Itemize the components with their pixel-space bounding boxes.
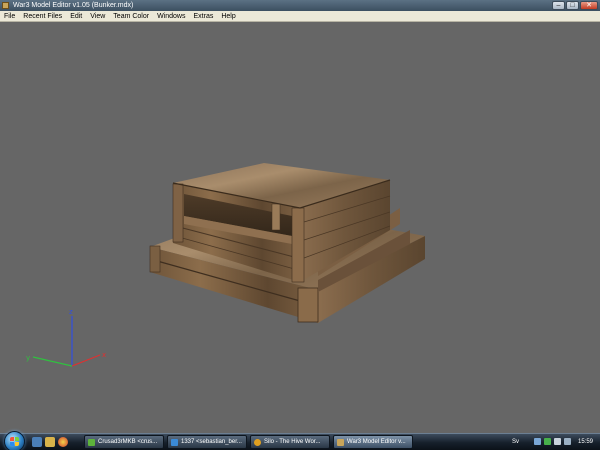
menu-file[interactable]: File: [0, 11, 19, 21]
clock[interactable]: 15:59: [578, 434, 593, 450]
explorer-icon[interactable]: [45, 437, 55, 447]
axis-gizmo: z x y: [26, 308, 106, 367]
messenger-icon: [171, 439, 178, 446]
z-axis-label: z: [69, 308, 73, 316]
x-axis: [71, 354, 101, 367]
close-button[interactable]: ✕: [580, 1, 598, 10]
task-label: Crusad3rMKB <crus...: [98, 439, 158, 445]
taskbar: Crusad3rMKB <crus... 1337 <sebastian_ber…: [0, 431, 600, 450]
menu-recent-files[interactable]: Recent Files: [19, 11, 66, 21]
network-icon[interactable]: [534, 438, 541, 445]
app-icon: [337, 439, 344, 446]
menu-edit[interactable]: Edit: [66, 11, 86, 21]
taskbar-item-silo[interactable]: Silo - The Hive Wor...: [250, 435, 330, 449]
power-icon[interactable]: [564, 438, 571, 445]
maximize-button[interactable]: □: [566, 1, 579, 10]
menu-windows[interactable]: Windows: [153, 11, 189, 21]
messenger-icon: [88, 439, 95, 446]
volume-icon[interactable]: [554, 438, 561, 445]
y-axis-label: y: [26, 354, 30, 362]
browser-icon[interactable]: [58, 437, 68, 447]
browser-icon: [254, 439, 261, 446]
x-axis-label: x: [102, 351, 106, 359]
system-tray: Sv 15:59: [508, 434, 600, 450]
model-viewport[interactable]: z x y: [0, 22, 600, 433]
y-axis: [32, 356, 73, 367]
taskbar-item-1337[interactable]: 1337 <sebastian_ber...: [167, 435, 247, 449]
taskbar-item-crusad3r[interactable]: Crusad3rMKB <crus...: [84, 435, 164, 449]
bunker-model[interactable]: [149, 163, 425, 323]
task-label: 1337 <sebastian_ber...: [181, 439, 242, 445]
security-icon[interactable]: [544, 438, 551, 445]
start-button[interactable]: [4, 431, 25, 450]
menu-help[interactable]: Help: [217, 11, 239, 21]
menu-bar: File Recent Files Edit View Team Color W…: [0, 11, 600, 22]
task-label: Silo - The Hive Wor...: [264, 439, 321, 445]
app-icon: [2, 2, 9, 9]
show-desktop-icon[interactable]: [32, 437, 42, 447]
taskbar-item-war3-model-editor[interactable]: War3 Model Editor v...: [333, 435, 413, 449]
window-title: War3 Model Editor v1.05 (Bunker.mdx): [13, 2, 134, 9]
language-indicator[interactable]: Sv: [512, 434, 519, 450]
minimize-button[interactable]: –: [552, 1, 565, 10]
menu-view[interactable]: View: [86, 11, 109, 21]
menu-team-color[interactable]: Team Color: [109, 11, 153, 21]
task-label: War3 Model Editor v...: [347, 439, 406, 445]
menu-extras[interactable]: Extras: [190, 11, 218, 21]
viewport-canvas: z x y: [26, 163, 425, 367]
title-bar: War3 Model Editor v1.05 (Bunker.mdx) – □…: [0, 0, 600, 11]
